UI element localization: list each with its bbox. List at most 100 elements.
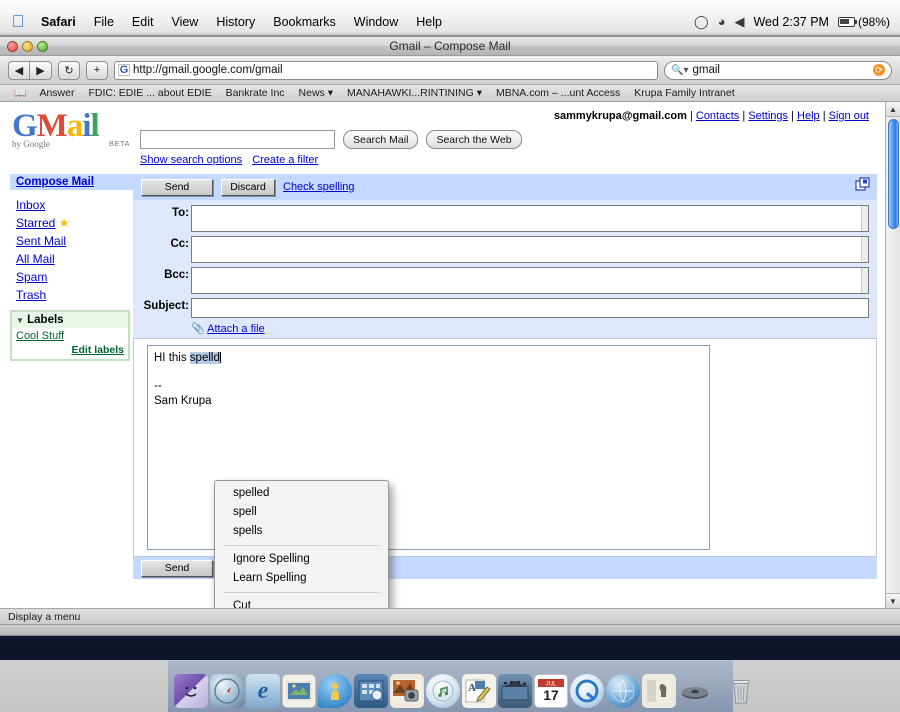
apple-menu-icon[interactable]:  (8, 13, 28, 30)
send-button-bottom[interactable]: Send (141, 559, 213, 577)
scroll-down-arrow-icon[interactable]: ▼ (885, 593, 900, 608)
volume-icon[interactable]: ◀ (734, 15, 744, 28)
discard-button[interactable]: Discard (221, 178, 275, 196)
show-all-bookmarks-icon[interactable]: 📖 (8, 88, 32, 99)
menu-item-view[interactable]: View (162, 14, 207, 30)
context-menu-item-spells[interactable]: spells (215, 522, 388, 541)
bookmark-news[interactable]: News ▾ (292, 87, 340, 99)
iphoto-icon[interactable] (390, 674, 424, 708)
context-menu-item-cut[interactable]: Cut (215, 597, 388, 608)
labels-header[interactable]: ▼ Labels (12, 312, 128, 328)
check-spelling-link[interactable]: Check spelling (283, 181, 355, 193)
sidebar-item-all-mail[interactable]: All Mail (10, 250, 133, 268)
search-input[interactable]: 🔍▾ gmail ⟳ (664, 60, 892, 80)
create-filter-link[interactable]: Create a filter (252, 154, 318, 166)
field-row-bcc: Bcc: (141, 267, 869, 294)
inbox-label: Inbox (16, 198, 46, 212)
sidebar-item-compose-mail[interactable]: Compose Mail (10, 174, 133, 190)
cc-field-scrollbar[interactable] (861, 237, 868, 262)
bookmark-mbna[interactable]: MBNA.com – ...unt Access (489, 87, 627, 99)
subject-field[interactable] (191, 298, 869, 318)
sent-mail-label: Sent Mail (16, 234, 67, 248)
show-search-options-link[interactable]: Show search options (140, 154, 242, 166)
context-menu-item-spelled[interactable]: spelled (215, 484, 388, 503)
bookmark-manahawkin[interactable]: MANAHAWKI...RINTINING ▾ (340, 87, 489, 99)
body-signature-dash: -- (154, 380, 162, 392)
text-caret (219, 352, 221, 363)
chat-bubble-icon[interactable]: ◯ (694, 15, 709, 28)
menu-item-history[interactable]: History (207, 14, 264, 30)
to-field[interactable] (191, 205, 869, 232)
gmail-search-input[interactable] (140, 130, 335, 149)
bcc-field-scrollbar[interactable] (861, 268, 868, 293)
dvd-player-icon[interactable] (678, 674, 712, 708)
search-web-button[interactable]: Search the Web (426, 130, 522, 149)
menu-item-safari[interactable]: Safari (32, 14, 85, 30)
minimize-button[interactable] (22, 40, 33, 52)
ichat-icon[interactable] (318, 674, 352, 708)
help-link[interactable]: Help (797, 110, 820, 122)
sidebar-item-starred[interactable]: Starred ★ (10, 214, 133, 232)
menu-item-window[interactable]: Window (345, 14, 407, 30)
safari-icon[interactable] (210, 674, 244, 708)
ical-icon[interactable]: JUL 17 (534, 674, 568, 708)
menu-item-file[interactable]: File (85, 14, 123, 30)
internet-explorer-icon[interactable]: e (246, 674, 280, 708)
reload-button[interactable]: ↻ (58, 60, 80, 80)
to-field-scrollbar[interactable] (861, 206, 868, 231)
search-clear-icon[interactable]: ⟳ (873, 64, 885, 76)
label-item-cool-stuff[interactable]: Cool Stuff (12, 328, 128, 344)
page-scrollbar[interactable]: ▲ ▼ (885, 102, 900, 608)
zoom-button[interactable] (37, 40, 48, 52)
bookmark-answer[interactable]: Answer (32, 87, 81, 99)
address-bar[interactable]: G http://gmail.google.com/gmail (114, 60, 658, 80)
sign-out-link[interactable]: Sign out (829, 110, 869, 122)
sherlock-icon[interactable] (606, 674, 640, 708)
edit-labels[interactable]: Edit labels (12, 344, 128, 359)
bookmark-bankrate[interactable]: Bankrate Inc (219, 87, 292, 99)
address-book-icon[interactable] (354, 674, 388, 708)
search-mail-button[interactable]: Search Mail (343, 130, 419, 149)
close-button[interactable] (7, 40, 18, 52)
sidebar-item-trash[interactable]: Trash (10, 286, 133, 304)
menu-item-edit[interactable]: Edit (123, 14, 163, 30)
system-preferences-icon[interactable]:  (642, 674, 676, 708)
itunes-icon[interactable] (426, 674, 460, 708)
contacts-link[interactable]: Contacts (696, 110, 739, 122)
appleworks-icon[interactable]: A (462, 674, 496, 708)
attach-a-file[interactable]: 📎 Attach a file (141, 322, 869, 335)
settings-link[interactable]: Settings (748, 110, 788, 122)
misspelled-word[interactable]: spelld (189, 352, 220, 364)
wifi-icon[interactable]: ◕ (718, 15, 726, 28)
context-menu-item-learn-spelling[interactable]: Learn Spelling (215, 569, 388, 588)
quicktime-icon[interactable] (570, 674, 604, 708)
add-bookmark-button[interactable]: + (86, 60, 108, 80)
mail-icon[interactable] (282, 674, 316, 708)
forward-button[interactable]: ▶ (30, 60, 52, 80)
finder-icon[interactable] (174, 674, 208, 708)
imovie-icon[interactable] (498, 674, 532, 708)
scroll-up-arrow-icon[interactable]: ▲ (885, 102, 900, 117)
battery-icon (837, 16, 857, 27)
paperclip-icon: 📎 (191, 323, 205, 335)
menu-item-help[interactable]: Help (407, 14, 451, 30)
scrollbar-thumb[interactable] (887, 119, 899, 229)
bookmark-krupa-family-intranet[interactable]: Krupa Family Intranet (627, 87, 741, 99)
sidebar-item-spam[interactable]: Spam (10, 268, 133, 286)
send-button[interactable]: Send (141, 178, 213, 196)
sidebar-item-inbox[interactable]: Inbox (10, 196, 133, 214)
battery-status[interactable]: (98%) (837, 15, 890, 29)
sidebar-item-sent-mail[interactable]: Sent Mail (10, 232, 133, 250)
menu-item-bookmarks[interactable]: Bookmarks (264, 14, 345, 30)
window-title-bar[interactable]: Gmail – Compose Mail (0, 37, 900, 56)
new-window-icon[interactable] (855, 177, 871, 193)
context-menu-item-spell[interactable]: spell (215, 503, 388, 522)
trash-icon[interactable] (724, 674, 758, 708)
context-menu-item-ignore-spelling[interactable]: Ignore Spelling (215, 550, 388, 569)
back-button[interactable]: ◀ (8, 60, 30, 80)
bookmark-fdic-edie[interactable]: FDIC: EDIE ... about EDIE (81, 87, 218, 99)
cc-field[interactable] (191, 236, 869, 263)
status-text: Display a menu (8, 610, 81, 623)
menu-bar-clock[interactable]: Wed 2:37 PM (753, 15, 829, 29)
bcc-field[interactable] (191, 267, 869, 294)
